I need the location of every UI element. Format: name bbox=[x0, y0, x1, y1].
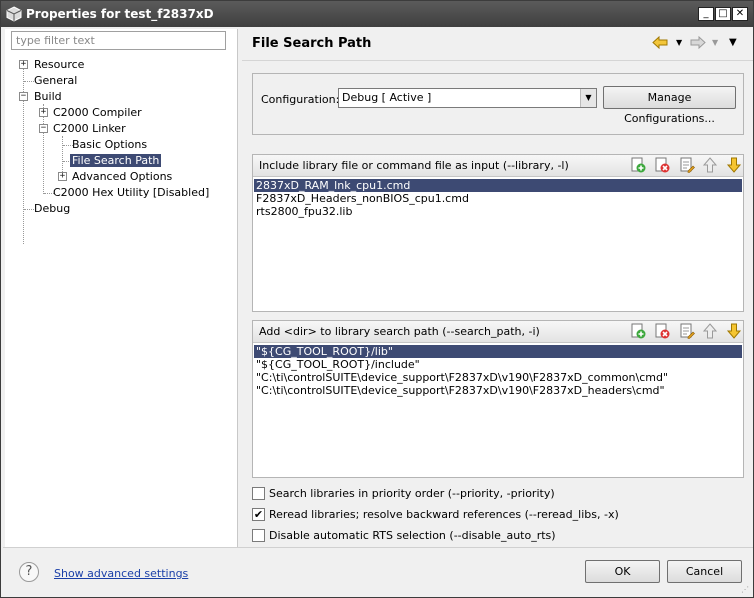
header-separator bbox=[242, 60, 753, 61]
dropdown-arrow-icon[interactable]: ▼ bbox=[580, 89, 596, 107]
tree-item-label: C2000 Linker bbox=[53, 122, 126, 135]
move-down-icon[interactable] bbox=[726, 157, 742, 173]
add-icon[interactable] bbox=[630, 157, 646, 173]
property-tree-pane: + Resource General − Build + C2000 Compi… bbox=[5, 29, 238, 547]
ok-button[interactable]: OK bbox=[585, 560, 660, 583]
priority-label: Search libraries in priority order (--pr… bbox=[269, 487, 555, 500]
reread-checkbox[interactable]: ✔ bbox=[252, 508, 265, 521]
forward-arrow-icon[interactable] bbox=[690, 36, 706, 49]
tree-item-c2000-compiler[interactable]: C2000 Compiler bbox=[51, 105, 144, 121]
delete-icon[interactable] bbox=[654, 323, 670, 339]
tree-item-debug[interactable]: Debug bbox=[32, 201, 72, 217]
library-list-header: Include library file or command file as … bbox=[253, 155, 743, 177]
tree-item-label: File Search Path bbox=[70, 154, 162, 167]
library-list-title: Include library file or command file as … bbox=[259, 159, 569, 172]
disable-rts-checkbox[interactable] bbox=[252, 529, 265, 542]
expand-resource-icon[interactable]: + bbox=[19, 60, 28, 69]
reread-label: Reread libraries; resolve backward refer… bbox=[269, 508, 619, 521]
maximize-button[interactable]: □ bbox=[715, 7, 731, 21]
library-list[interactable]: 2837xD_RAM_lnk_cpu1.cmd F2837xD_Headers_n… bbox=[254, 179, 742, 218]
page-title: File Search Path bbox=[252, 36, 372, 51]
resize-grip-icon[interactable]: ⋰ bbox=[741, 585, 751, 595]
show-advanced-settings-link[interactable]: Show advanced settings bbox=[54, 567, 188, 580]
list-item[interactable]: "C:\ti\controlSUITE\device_support\F2837… bbox=[254, 384, 742, 397]
tree-item-basic-options[interactable]: Basic Options bbox=[70, 137, 149, 153]
tree-item-label: C2000 Hex Utility [Disabled] bbox=[53, 186, 210, 199]
tree-item-label: Debug bbox=[34, 202, 71, 215]
help-icon[interactable]: ? bbox=[19, 562, 39, 582]
search-path-list-header: Add <dir> to library search path (--sear… bbox=[253, 321, 743, 343]
list-item[interactable]: "${CG_TOOL_ROOT}/lib" bbox=[254, 345, 742, 358]
tree-item-build[interactable]: Build bbox=[32, 89, 64, 105]
tree-item-file-search-path[interactable]: File Search Path bbox=[70, 153, 162, 169]
configuration-group: Configuration: Debug [ Active ] ▼ Manage… bbox=[252, 73, 744, 135]
tree-item-advanced-options[interactable]: Advanced Options bbox=[70, 169, 174, 185]
manage-configurations-button[interactable]: Manage Configurations... bbox=[603, 86, 736, 125]
window-title: Properties for test_f2837xD bbox=[26, 7, 214, 21]
move-up-icon[interactable] bbox=[702, 157, 718, 173]
expand-advanced-options-icon[interactable]: + bbox=[58, 172, 67, 181]
collapse-linker-icon[interactable]: − bbox=[39, 124, 48, 133]
tree-item-label: Resource bbox=[34, 58, 85, 71]
back-menu-chevron-icon[interactable]: ▼ bbox=[676, 38, 682, 47]
list-item[interactable]: rts2800_fpu32.lib bbox=[254, 205, 742, 218]
search-path-list[interactable]: "${CG_TOOL_ROOT}/lib" "${CG_TOOL_ROOT}/in… bbox=[254, 345, 742, 397]
move-down-icon[interactable] bbox=[726, 323, 742, 339]
priority-checkbox[interactable] bbox=[252, 487, 265, 500]
list-item[interactable]: 2837xD_RAM_lnk_cpu1.cmd bbox=[254, 179, 742, 192]
filter-input[interactable] bbox=[11, 31, 226, 50]
tree-item-label: C2000 Compiler bbox=[53, 106, 142, 119]
move-up-icon[interactable] bbox=[702, 323, 718, 339]
edit-icon[interactable] bbox=[679, 157, 695, 173]
list-item[interactable]: F2837xD_Headers_nonBIOS_cpu1.cmd bbox=[254, 192, 742, 205]
search-path-list-title: Add <dir> to library search path (--sear… bbox=[259, 325, 540, 338]
configuration-label: Configuration: bbox=[261, 93, 340, 106]
properties-dialog: Properties for test_f2837xD _ □ ✕ + Reso… bbox=[0, 0, 754, 598]
footer-separator bbox=[3, 547, 753, 548]
tree-item-label: Basic Options bbox=[72, 138, 148, 151]
tree-item-label: Build bbox=[34, 90, 62, 103]
edit-icon[interactable] bbox=[679, 323, 695, 339]
tree-item-label: Advanced Options bbox=[72, 170, 173, 183]
close-button[interactable]: ✕ bbox=[732, 7, 748, 21]
tree-item-resource[interactable]: Resource bbox=[32, 57, 86, 73]
tree-item-hex-utility[interactable]: C2000 Hex Utility [Disabled] bbox=[51, 185, 211, 201]
expand-compiler-icon[interactable]: + bbox=[39, 108, 48, 117]
view-menu-icon[interactable]: ▼ bbox=[729, 37, 737, 48]
disable-rts-label: Disable automatic RTS selection (--disab… bbox=[269, 529, 556, 542]
app-cube-icon bbox=[6, 6, 22, 22]
tree-guide bbox=[43, 104, 44, 194]
tree-item-label: General bbox=[34, 74, 78, 87]
delete-icon[interactable] bbox=[654, 157, 670, 173]
back-arrow-icon[interactable] bbox=[652, 36, 668, 49]
forward-menu-chevron-icon[interactable]: ▼ bbox=[712, 38, 718, 47]
collapse-build-icon[interactable]: − bbox=[19, 92, 28, 101]
configuration-select[interactable]: Debug [ Active ] ▼ bbox=[338, 88, 597, 108]
tree-item-general[interactable]: General bbox=[32, 73, 79, 89]
tree-item-c2000-linker[interactable]: C2000 Linker bbox=[51, 121, 128, 137]
cancel-button[interactable]: Cancel bbox=[667, 560, 742, 583]
search-path-panel: Add <dir> to library search path (--sear… bbox=[252, 320, 744, 478]
library-file-panel: Include library file or command file as … bbox=[252, 154, 744, 312]
title-bar[interactable]: Properties for test_f2837xD _ □ ✕ bbox=[1, 1, 753, 27]
add-icon[interactable] bbox=[630, 323, 646, 339]
configuration-value: Debug [ Active ] bbox=[342, 91, 432, 104]
minimize-button[interactable]: _ bbox=[698, 7, 714, 21]
list-item[interactable]: "${CG_TOOL_ROOT}/include" bbox=[254, 358, 742, 371]
list-item[interactable]: "C:\ti\controlSUITE\device_support\F2837… bbox=[254, 371, 742, 384]
